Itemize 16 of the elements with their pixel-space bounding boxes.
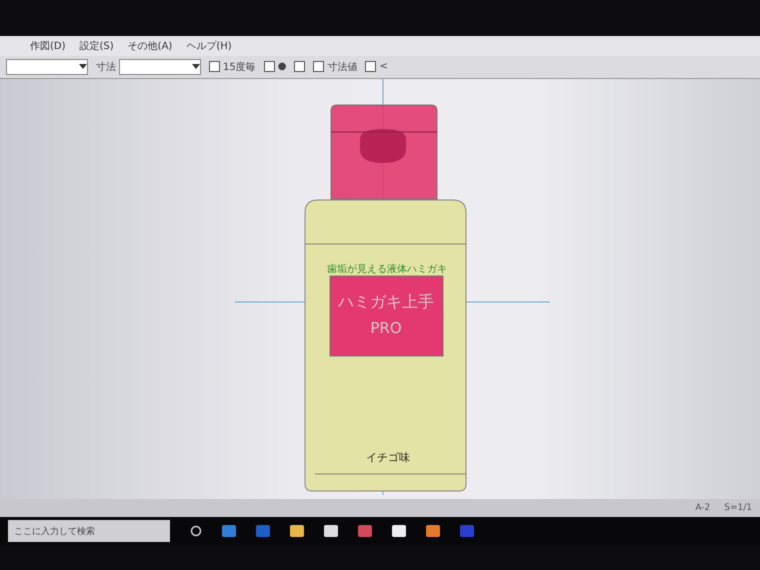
checkbox-label: ●	[278, 61, 286, 72]
flavor-text: イチゴ味	[366, 450, 410, 464]
menu-item[interactable]: ヘルプ(H)	[186, 38, 232, 53]
status-cell: S=1/1	[724, 502, 752, 513]
checkbox-label: <	[379, 61, 388, 72]
menu-item[interactable]: その他(A)	[128, 38, 172, 53]
checkbox-label: 寸法値	[327, 60, 358, 74]
product-name: ハミガキ上手	[338, 292, 434, 311]
field-label: 寸法	[96, 60, 116, 74]
status-cell: A-2	[695, 502, 710, 513]
tagline-text: 歯垢が見える液体ハミガキ	[327, 264, 447, 275]
search-field[interactable]: ここに入力して検索	[8, 520, 170, 542]
checkbox-label: 15度毎	[223, 60, 256, 74]
menu-item[interactable]: 設定(S)	[80, 38, 114, 53]
menu-item[interactable]: 作図(D)	[30, 38, 66, 53]
product-grade: PRO	[370, 318, 402, 337]
